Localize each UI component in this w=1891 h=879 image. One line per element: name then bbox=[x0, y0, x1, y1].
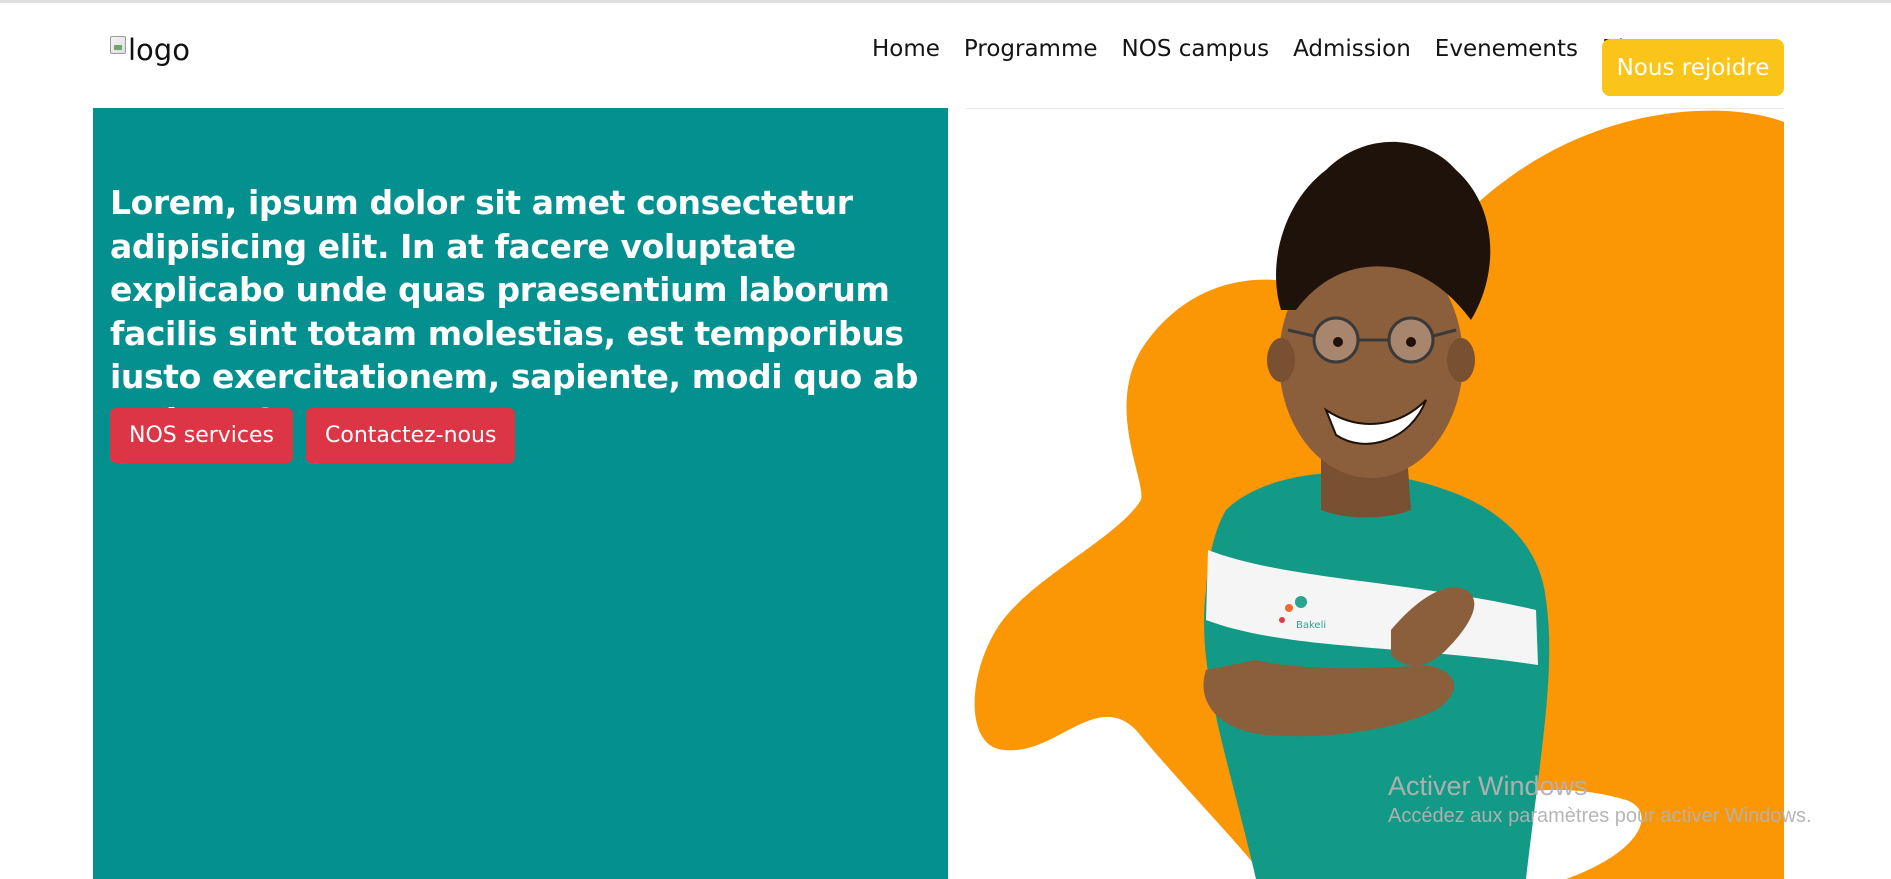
nav-link-campus[interactable]: NOS campus bbox=[1110, 30, 1282, 68]
contact-button[interactable]: Contactez-nous bbox=[306, 408, 516, 463]
nav-link-admission[interactable]: Admission bbox=[1281, 30, 1423, 68]
watermark-subtitle: Accédez aux paramètres pour activer Wind… bbox=[1388, 805, 1812, 827]
nav-link-home[interactable]: Home bbox=[860, 30, 952, 68]
top-border bbox=[0, 0, 1891, 3]
services-button[interactable]: NOS services bbox=[110, 408, 293, 463]
broken-image-icon bbox=[110, 36, 126, 54]
header-divider bbox=[966, 108, 1784, 109]
hero-buttons: NOS services Contactez-nous bbox=[110, 408, 516, 463]
hero-title: Lorem, ipsum dolor sit amet consectetur … bbox=[110, 183, 919, 440]
right-eye-shape bbox=[1406, 337, 1416, 347]
nav-link-evenements[interactable]: Evenements bbox=[1423, 30, 1590, 68]
watermark-title: Activer Windows bbox=[1388, 771, 1588, 801]
shirt-logo-text: Bakeli bbox=[1296, 620, 1326, 631]
left-ear-shape bbox=[1267, 338, 1295, 382]
join-button[interactable]: Nous rejoidre bbox=[1602, 39, 1784, 96]
hero-illustration: Bakeli bbox=[966, 110, 1784, 879]
student-illustration-svg: Bakeli bbox=[974, 110, 1784, 879]
windows-activation-watermark: Activer Windows Accédez aux paramètres p… bbox=[1388, 770, 1812, 830]
right-ear-shape bbox=[1447, 338, 1475, 382]
left-eye-shape bbox=[1333, 337, 1343, 347]
nav-link-programme[interactable]: Programme bbox=[952, 30, 1110, 68]
logo[interactable]: logo bbox=[110, 34, 190, 66]
main-nav: Home Programme NOS campus Admission Even… bbox=[860, 30, 1665, 68]
logo-alt-text: logo bbox=[128, 33, 190, 67]
